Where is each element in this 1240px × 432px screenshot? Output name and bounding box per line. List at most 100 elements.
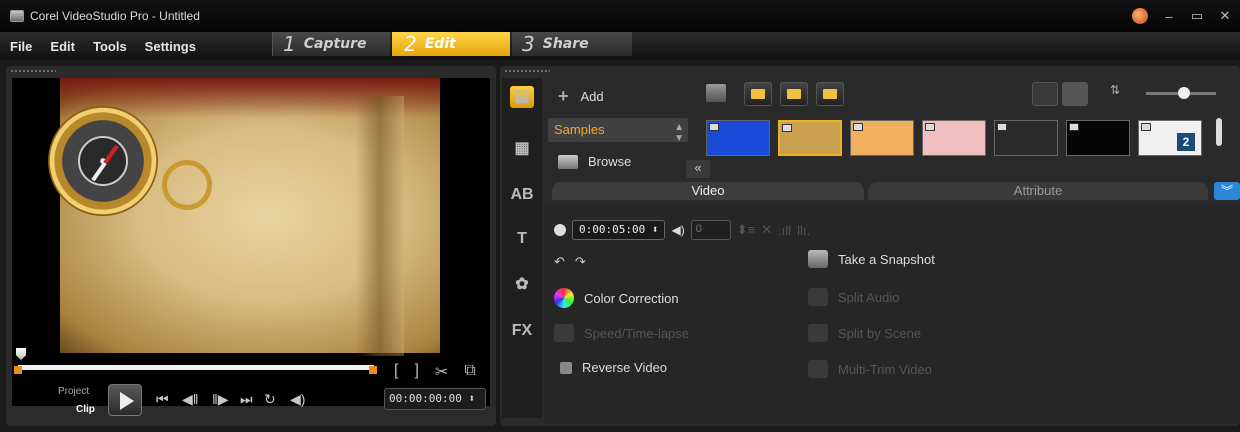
show-photos-button[interactable] (780, 82, 808, 106)
library-toolbar: ⇅ (700, 82, 1220, 110)
speed-timelapse-label: Speed/Time-lapse (584, 325, 690, 341)
volume-icon[interactable]: ◀) (290, 391, 305, 408)
globe-icon[interactable] (1132, 8, 1148, 24)
show-videos-button[interactable] (744, 82, 772, 106)
plus-icon: + (558, 86, 569, 106)
volume-field[interactable]: 0 (690, 220, 731, 240)
split-by-scene-label: Split by Scene (838, 325, 922, 341)
library-thumbnail-pink[interactable] (922, 120, 986, 156)
clip-mode-toggle[interactable]: Clip (76, 404, 95, 415)
panel-grip[interactable] (504, 69, 550, 73)
multi-trim-label: Multi-Trim Video (838, 361, 932, 377)
fade-in-icon[interactable]: .ıll (778, 223, 791, 238)
go-to-end-icon[interactable]: ⏭ (240, 391, 253, 408)
show-audio-button[interactable] (816, 82, 844, 106)
expand-options-button[interactable]: ︾ (1214, 182, 1240, 200)
rotate-row: ↶ ↷ (554, 254, 586, 270)
slider-knob[interactable] (1178, 87, 1190, 99)
step-capture-tab[interactable]: 1 Capture (272, 32, 390, 56)
graphic-icon[interactable]: ✿ (510, 274, 534, 296)
clip-type-icon (1141, 123, 1151, 131)
step-share-tab[interactable]: 3 Share (512, 32, 632, 56)
volume-stepper-icon[interactable]: ⬍≡ (737, 222, 755, 238)
step-label: Edit (424, 36, 456, 52)
take-snapshot-button[interactable]: Take a Snapshot (808, 250, 935, 268)
compass-ring-image (162, 160, 212, 210)
instant-project-icon[interactable]: ▦ (510, 138, 534, 160)
speed-timelapse-button[interactable]: Speed/Time-lapse (554, 324, 689, 342)
step-edit-tab[interactable]: 2 Edit (392, 32, 510, 56)
browse-button[interactable]: Browse (558, 154, 631, 169)
scrubber[interactable] (14, 348, 434, 378)
tab-video[interactable]: Video (552, 182, 864, 200)
speaker-icon[interactable]: ◀) (671, 223, 684, 237)
thumbnail-view-button[interactable] (1062, 82, 1088, 106)
fade-out-icon[interactable]: llı. (797, 223, 810, 238)
sort-icon[interactable]: ⇅ (1102, 82, 1128, 106)
play-button[interactable] (108, 384, 142, 416)
mute-icon[interactable]: ✕ (761, 222, 772, 238)
library-thumbnail-black[interactable] (1066, 120, 1130, 156)
duration-row: 0:00:05:00 ⬍ ◀) 0 ⬍≡ ✕ .ıll llı. (554, 220, 810, 240)
speed-icon (554, 324, 574, 342)
window-title: Corel VideoStudio Pro - Untitled (30, 9, 200, 23)
rotate-left-icon[interactable]: ↶ (554, 254, 565, 270)
title-icon[interactable]: T (510, 230, 534, 252)
list-view-button[interactable] (1032, 82, 1058, 106)
reverse-video-label: Reverse Video (582, 360, 668, 375)
scrub-track[interactable] (18, 365, 374, 370)
reverse-video-checkbox[interactable]: Reverse Video (560, 360, 667, 375)
menu-file[interactable]: File (0, 39, 41, 54)
compass-face (78, 136, 128, 186)
trim-start-handle[interactable] (14, 366, 22, 374)
folder-select[interactable]: Samples ▲ ▼ (548, 118, 688, 144)
transition-icon[interactable]: AB (510, 186, 534, 208)
go-to-start-icon[interactable]: ⏮ (156, 391, 169, 408)
step-number: 3 (522, 32, 535, 56)
multi-trim-button[interactable]: Multi-Trim Video (808, 360, 932, 378)
repeat-icon[interactable]: ↻ (264, 391, 276, 408)
collapse-library-button[interactable]: « (686, 160, 710, 178)
project-mode-toggle[interactable]: Project (58, 386, 89, 397)
add-folder-button[interactable]: + Add (558, 86, 604, 107)
panel-grip[interactable] (10, 69, 56, 73)
library-thumbnail-orange[interactable] (850, 120, 914, 156)
trim-end-handle[interactable] (369, 366, 377, 374)
clip-type-icon (853, 123, 863, 131)
menu-edit[interactable]: Edit (41, 39, 84, 54)
app-icon (10, 10, 24, 22)
next-frame-icon[interactable]: ‖▶ (212, 391, 229, 408)
transport-bar: Project Clip ⏮ ◀‖ ‖▶ ⏭ ↻ ◀) 00:00:00:00 … (6, 378, 496, 426)
library-thumbnail-blue[interactable] (706, 120, 770, 156)
add-label: Add (580, 89, 604, 104)
tab-attribute[interactable]: Attribute (868, 182, 1208, 200)
import-folder-icon[interactable] (706, 84, 726, 102)
color-correction-button[interactable]: Color Correction (554, 288, 679, 308)
close-button[interactable]: ✕ (1218, 8, 1232, 24)
menu-tools[interactable]: Tools (84, 39, 136, 54)
rotate-right-icon[interactable]: ↷ (575, 254, 586, 270)
thumbnail-badge: 2 (1177, 133, 1195, 151)
minimize-button[interactable]: – (1162, 9, 1176, 24)
library-thumbnail-dark-streak[interactable] (994, 120, 1058, 156)
split-audio-label: Split Audio (838, 289, 900, 305)
library-thumbnail-compass[interactable] (778, 120, 842, 156)
split-by-scene-button[interactable]: Split by Scene (808, 324, 921, 342)
snapshot-icon (808, 250, 828, 268)
timecode-field[interactable]: 00:00:00:00 ⬍ (384, 388, 486, 410)
library-category-bar: ▤ ▦ AB T ✿ FX (502, 78, 542, 418)
restore-button[interactable]: ▭ (1190, 8, 1204, 24)
split-audio-button[interactable]: Split Audio (808, 288, 899, 306)
video-icon (751, 89, 765, 99)
library-thumbnail-numbered[interactable]: 2 (1138, 120, 1202, 156)
library-scrollbar[interactable] (1216, 118, 1222, 146)
checkbox (560, 361, 572, 374)
menu-settings[interactable]: Settings (136, 39, 205, 54)
scrub-thumb[interactable] (16, 348, 26, 360)
filter-fx-icon[interactable]: FX (510, 322, 534, 344)
media-icon[interactable]: ▤ (510, 86, 534, 108)
folder-select-value: Samples (554, 122, 605, 137)
clip-type-icon (782, 124, 792, 132)
duration-field[interactable]: 0:00:05:00 ⬍ (572, 220, 666, 240)
previous-frame-icon[interactable]: ◀‖ (182, 391, 199, 408)
